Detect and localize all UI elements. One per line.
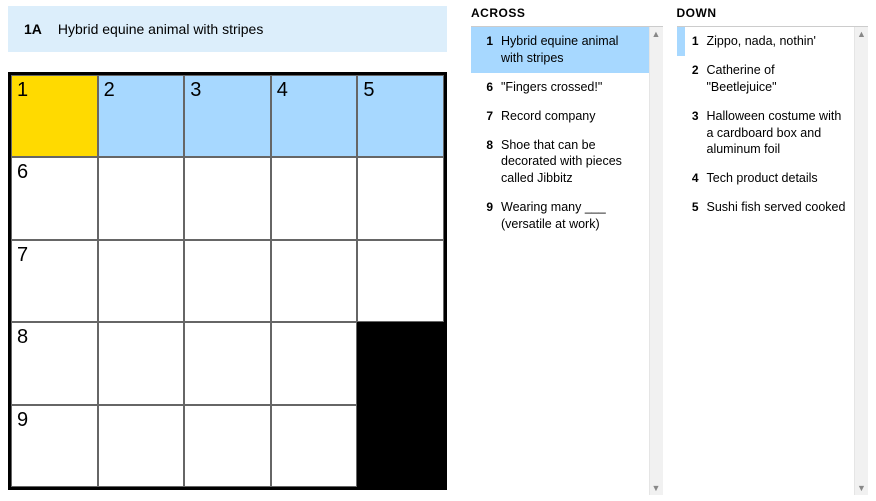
- current-clue-bar[interactable]: 1A Hybrid equine animal with stripes: [8, 6, 447, 52]
- clue-item[interactable]: 3Halloween costume with a cardboard box …: [677, 102, 855, 165]
- scroll-down-icon[interactable]: ▼: [650, 481, 663, 495]
- scroll-down-icon[interactable]: ▼: [855, 481, 868, 495]
- clue-text: Sushi fish served cooked: [707, 199, 849, 216]
- crossword-grid[interactable]: 1 2 3 4 5 6 7 8 9: [8, 72, 447, 490]
- clue-text: Halloween costume with a cardboard box a…: [707, 108, 849, 159]
- down-heading: DOWN: [677, 6, 869, 26]
- clue-number: 8: [479, 137, 501, 188]
- down-clue-list[interactable]: 1Zippo, nada, nothin'2Catherine of "Beet…: [677, 27, 855, 495]
- grid-cell[interactable]: 9: [11, 405, 98, 487]
- across-clues-column: ACROSS 1Hybrid equine animal with stripe…: [471, 6, 663, 495]
- grid-cell[interactable]: [98, 157, 185, 239]
- cell-number: 7: [17, 244, 28, 267]
- grid-cell[interactable]: 4: [271, 75, 358, 157]
- down-clues-column: DOWN 1Zippo, nada, nothin'2Catherine of …: [677, 6, 869, 495]
- clue-number: 3: [685, 108, 707, 159]
- grid-cell[interactable]: [271, 322, 358, 404]
- grid-cell[interactable]: [271, 240, 358, 322]
- across-clue-list[interactable]: 1Hybrid equine animal with stripes6"Fing…: [471, 27, 649, 495]
- clue-text: Wearing many ___ (versatile at work): [501, 199, 643, 233]
- grid-cell[interactable]: 6: [11, 157, 98, 239]
- clue-text: Shoe that can be decorated with pieces c…: [501, 137, 643, 188]
- clue-item[interactable]: 4Tech product details: [677, 164, 855, 193]
- cell-number: 2: [104, 79, 115, 102]
- clue-item[interactable]: 5Sushi fish served cooked: [677, 193, 855, 222]
- clue-number: 6: [479, 79, 501, 96]
- clue-item[interactable]: 6"Fingers crossed!": [471, 73, 649, 102]
- clue-number: 5: [685, 199, 707, 216]
- clue-number: 2: [685, 62, 707, 96]
- grid-cell[interactable]: 8: [11, 322, 98, 404]
- grid-cell[interactable]: [184, 322, 271, 404]
- grid-cell[interactable]: [184, 240, 271, 322]
- cell-number: 8: [17, 326, 28, 349]
- clue-item[interactable]: 8Shoe that can be decorated with pieces …: [471, 131, 649, 194]
- clue-text: Record company: [501, 108, 643, 125]
- clue-number: 1: [685, 33, 707, 50]
- clue-item[interactable]: 9Wearing many ___ (versatile at work): [471, 193, 649, 239]
- cell-number: 6: [17, 161, 28, 184]
- clue-text: Zippo, nada, nothin': [707, 33, 849, 50]
- scroll-up-icon[interactable]: ▲: [855, 27, 868, 41]
- grid-cell[interactable]: 1: [11, 75, 98, 157]
- clue-text: Tech product details: [707, 170, 849, 187]
- grid-cell[interactable]: 7: [11, 240, 98, 322]
- cell-number: 9: [17, 409, 28, 432]
- crossword-layout: 1A Hybrid equine animal with stripes 1 2 3…: [0, 0, 876, 501]
- grid-cell[interactable]: 3: [184, 75, 271, 157]
- grid-cell[interactable]: [98, 405, 185, 487]
- across-scrollbar[interactable]: ▲ ▼: [649, 27, 663, 495]
- cell-number: 3: [190, 79, 201, 102]
- grid-cell[interactable]: [184, 157, 271, 239]
- down-clue-list-container: 1Zippo, nada, nothin'2Catherine of "Beet…: [677, 26, 869, 495]
- down-scrollbar[interactable]: ▲ ▼: [854, 27, 868, 495]
- grid-cell[interactable]: [357, 240, 444, 322]
- clue-item[interactable]: 2Catherine of "Beetlejuice": [677, 56, 855, 102]
- clue-number: 4: [685, 170, 707, 187]
- clue-number: 1: [479, 33, 501, 67]
- cell-number: 1: [17, 79, 28, 102]
- clue-item[interactable]: 1Hybrid equine animal with stripes: [471, 27, 649, 73]
- grid-cell-block: [357, 405, 444, 487]
- clue-number: 9: [479, 199, 501, 233]
- grid-cell[interactable]: [184, 405, 271, 487]
- cell-number: 4: [277, 79, 288, 102]
- grid-cell[interactable]: [271, 405, 358, 487]
- across-clue-list-container: 1Hybrid equine animal with stripes6"Fing…: [471, 26, 663, 495]
- grid-cell[interactable]: 2: [98, 75, 185, 157]
- cell-number: 5: [363, 79, 374, 102]
- across-heading: ACROSS: [471, 6, 663, 26]
- clue-number: 7: [479, 108, 501, 125]
- grid-cell[interactable]: [271, 157, 358, 239]
- current-clue-label: 1A: [24, 21, 42, 37]
- clue-text: Catherine of "Beetlejuice": [707, 62, 849, 96]
- clue-item[interactable]: 1Zippo, nada, nothin': [677, 27, 855, 56]
- grid-cell[interactable]: [98, 322, 185, 404]
- current-clue-text: Hybrid equine animal with stripes: [58, 21, 263, 37]
- scroll-up-icon[interactable]: ▲: [650, 27, 663, 41]
- clue-text: Hybrid equine animal with stripes: [501, 33, 643, 67]
- left-column: 1A Hybrid equine animal with stripes 1 2 3…: [8, 6, 447, 495]
- grid-cell[interactable]: [98, 240, 185, 322]
- grid-cell-block: [357, 322, 444, 404]
- grid-cell[interactable]: [357, 157, 444, 239]
- grid-cell[interactable]: 5: [357, 75, 444, 157]
- clue-text: "Fingers crossed!": [501, 79, 643, 96]
- clue-item[interactable]: 7Record company: [471, 102, 649, 131]
